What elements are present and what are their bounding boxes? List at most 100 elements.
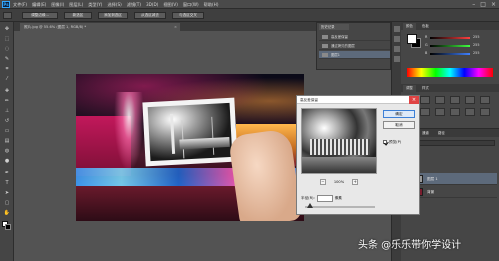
healing-brush-tool-icon[interactable]: ✚ bbox=[3, 88, 11, 95]
menu-filter[interactable]: 滤镜(T) bbox=[127, 1, 141, 8]
blue-slider-label: B bbox=[425, 51, 428, 55]
filter-preview[interactable] bbox=[301, 108, 377, 174]
history-step-label: 图层1 bbox=[331, 53, 340, 57]
menu-view[interactable]: 视图(V) bbox=[163, 1, 178, 8]
radius-slider-thumb[interactable] bbox=[307, 203, 313, 208]
tab-styles[interactable]: 样式 bbox=[419, 85, 432, 92]
preview-checkbox[interactable] bbox=[383, 140, 387, 144]
blue-slider[interactable]: B 255 bbox=[425, 51, 479, 56]
document-tab[interactable]: 照片.jpg @ 55.6% (图层 1, RGB/8) * × bbox=[20, 23, 180, 31]
history-brush-tool-icon[interactable]: ↺ bbox=[3, 118, 11, 125]
invert-adjustment-icon[interactable] bbox=[465, 107, 475, 116]
green-slider-bar[interactable] bbox=[430, 45, 470, 47]
zoom-in-button[interactable]: + bbox=[352, 178, 359, 185]
layer-name: 图层 1 bbox=[427, 177, 438, 181]
intersect-selection-button[interactable]: 与选区交叉 bbox=[172, 12, 204, 19]
lasso-tool-icon[interactable]: ◌ bbox=[3, 46, 11, 53]
red-value: 255 bbox=[473, 35, 480, 39]
history-step-selected[interactable]: 图层1 bbox=[319, 51, 390, 59]
subtract-selection-button[interactable]: 从选区减去 bbox=[134, 12, 166, 19]
type-tool-icon[interactable]: T bbox=[3, 180, 11, 187]
menu-3d[interactable]: 3D(D) bbox=[146, 1, 158, 8]
paragraph-panel-icon[interactable] bbox=[394, 56, 400, 62]
vibrance-adjustment-icon[interactable] bbox=[465, 96, 475, 104]
blur-tool-icon[interactable]: ◍ bbox=[3, 148, 11, 155]
red-slider[interactable]: R 255 bbox=[425, 35, 480, 40]
properties-panel-icon[interactable] bbox=[394, 46, 400, 52]
add-to-selection-button[interactable]: 添加到选区 bbox=[98, 12, 128, 19]
foreground-color-box[interactable] bbox=[407, 34, 417, 44]
actions-panel-icon[interactable] bbox=[394, 36, 400, 42]
path-select-tool-icon[interactable]: ➤ bbox=[3, 190, 11, 197]
move-tool-icon[interactable]: ✥ bbox=[3, 26, 11, 33]
dialog-close-icon[interactable]: × bbox=[409, 96, 419, 104]
tab-swatches[interactable]: 色板 bbox=[419, 23, 432, 30]
close-window-button[interactable]: × bbox=[491, 0, 496, 9]
marquee-tool-icon[interactable]: ⬚ bbox=[3, 36, 11, 43]
zoom-controls: − 100% + bbox=[301, 178, 377, 185]
shape-tool-icon[interactable]: ▢ bbox=[3, 200, 11, 207]
eyedropper-tool-icon[interactable]: ⁄ bbox=[3, 76, 11, 83]
green-slider[interactable]: G 255 bbox=[425, 43, 479, 48]
tab-channels[interactable]: 通道 bbox=[419, 130, 432, 137]
photoshop-logo: Ps bbox=[2, 1, 10, 8]
tab-adjustments[interactable]: 调整 bbox=[403, 85, 416, 92]
zoom-out-button[interactable]: − bbox=[319, 178, 326, 185]
radius-input[interactable] bbox=[316, 194, 333, 202]
photo-card bbox=[142, 97, 238, 167]
menu-layer[interactable]: 图层(L) bbox=[69, 1, 83, 8]
tab-paths[interactable]: 路径 bbox=[435, 130, 448, 137]
layer-name: 背景 bbox=[427, 190, 435, 194]
blue-slider-bar[interactable] bbox=[430, 53, 470, 55]
background-color-swatch[interactable] bbox=[5, 224, 11, 230]
document-image[interactable] bbox=[76, 74, 304, 221]
history-panel-icon[interactable] bbox=[394, 26, 400, 32]
zoom-value: 100% bbox=[333, 179, 345, 184]
crop-tool-icon[interactable]: ⌗ bbox=[3, 66, 11, 73]
menu-type[interactable]: 类型(Y) bbox=[88, 1, 102, 8]
brush-tool-icon[interactable]: ✏ bbox=[3, 98, 11, 105]
exposure-adjustment-icon[interactable] bbox=[450, 96, 460, 104]
photo-filter-adjustment-icon[interactable] bbox=[435, 107, 445, 116]
history-step[interactable]: 高反差保留 bbox=[319, 33, 390, 41]
tool-preset-icon[interactable] bbox=[3, 12, 12, 19]
close-document-icon[interactable]: × bbox=[174, 23, 177, 31]
hand-tool-icon[interactable]: ✋ bbox=[3, 210, 11, 217]
new-selection-button[interactable]: 新选区 bbox=[64, 12, 92, 19]
eraser-tool-icon[interactable]: ▭ bbox=[3, 128, 11, 135]
history-step[interactable]: 通过拷贝的图层 bbox=[319, 42, 390, 50]
minimize-button[interactable]: – bbox=[472, 0, 475, 9]
history-tab[interactable]: 历史记录 bbox=[319, 24, 349, 30]
black-white-adjustment-icon[interactable] bbox=[420, 107, 430, 116]
clone-stamp-tool-icon[interactable]: ⊥ bbox=[3, 108, 11, 115]
menu-select[interactable]: 选择(S) bbox=[107, 1, 121, 8]
menu-file[interactable]: 文件(F) bbox=[13, 1, 27, 8]
color-spectrum[interactable] bbox=[407, 68, 493, 77]
hue-adjustment-icon[interactable] bbox=[480, 96, 490, 104]
toolbox: ✥ ⬚ ◌ ✎ ⌗ ⁄ ✚ ✏ ⊥ ↺ ▭ ▤ ◍ ● ✒ T ➤ ▢ ✋ bbox=[0, 22, 14, 261]
curves-adjustment-icon[interactable] bbox=[435, 96, 445, 104]
radius-slider-track[interactable] bbox=[305, 206, 375, 208]
menu-help[interactable]: 帮助(H) bbox=[204, 1, 219, 8]
ok-button[interactable]: 确定 bbox=[383, 110, 415, 118]
menu-bar: Ps 文件(F) 编辑(E) 图像(I) 图层(L) 类型(Y) 选择(S) 滤… bbox=[0, 0, 499, 9]
cancel-button[interactable]: 取消 bbox=[383, 121, 415, 129]
dodge-tool-icon[interactable]: ● bbox=[3, 158, 11, 165]
menu-edit[interactable]: 编辑(E) bbox=[32, 1, 46, 8]
refine-edge-button[interactable]: 调整边缘... bbox=[22, 12, 58, 19]
watermark: 头条 @乐乐带你学设计 bbox=[358, 236, 461, 251]
red-slider-bar[interactable] bbox=[430, 37, 470, 39]
threshold-adjustment-icon[interactable] bbox=[480, 107, 490, 116]
levels-adjustment-icon[interactable] bbox=[420, 96, 430, 104]
gradient-tool-icon[interactable]: ▤ bbox=[3, 138, 11, 145]
menu-image[interactable]: 图像(I) bbox=[51, 1, 64, 8]
options-bar: 调整边缘... 新选区 添加到选区 从选区减去 与选区交叉 bbox=[0, 9, 499, 22]
menu-window[interactable]: 窗口(W) bbox=[183, 1, 199, 8]
pen-tool-icon[interactable]: ✒ bbox=[3, 170, 11, 177]
tab-color[interactable]: 颜色 bbox=[403, 23, 416, 30]
quick-select-tool-icon[interactable]: ✎ bbox=[3, 56, 11, 63]
maximize-button[interactable]: □ bbox=[480, 0, 486, 9]
channel-mixer-adjustment-icon[interactable] bbox=[450, 107, 460, 116]
color-panel-tabs: 颜色 色板 bbox=[401, 22, 499, 30]
document-tab-title: 照片.jpg @ 55.6% (图层 1, RGB/8) * bbox=[24, 25, 87, 29]
